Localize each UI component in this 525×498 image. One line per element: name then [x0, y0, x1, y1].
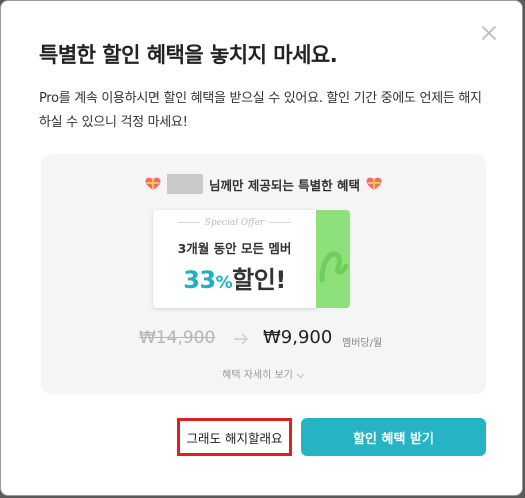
- chevron-down-icon: [296, 373, 305, 378]
- discount-ticket: Special Offer 3개월 동안 모든 멤버 33%할인!: [153, 210, 373, 308]
- user-name-mask: [166, 174, 203, 194]
- cancel-subscription-button[interactable]: 그래도 해지할래요: [177, 418, 292, 456]
- heart-gift-icon: [145, 177, 161, 190]
- accept-discount-button[interactable]: 할인 혜택 받기: [301, 418, 486, 456]
- dialog-title: 특별한 할인 혜택을 놓치지 마세요.: [39, 43, 338, 67]
- close-icon: [482, 26, 496, 40]
- percent-symbol: %: [215, 273, 233, 293]
- dialog-description: Pro를 계속 이용하시면 할인 혜택을 받으실 수 있어요. 할인 기간 중에…: [39, 91, 482, 130]
- heart-gift-icon: [366, 177, 382, 190]
- special-offer-badge: Special Offer: [153, 218, 316, 228]
- benefit-details-link[interactable]: 혜택 자세히 보기: [41, 366, 486, 381]
- close-button[interactable]: [479, 23, 499, 43]
- offer-header-text: 님께만 제공되는 특별한 혜택: [208, 177, 361, 193]
- offer-card: 님께만 제공되는 특별한 혜택 Special Offer 3개월 동안 모든 …: [41, 154, 486, 394]
- price-row: ₩14,900 ₩9,900 멤버당/월: [41, 326, 486, 356]
- discount-headline: 33%할인!: [153, 260, 316, 295]
- ticket-body: Special Offer 3개월 동안 모든 멤버 33%할인!: [153, 210, 316, 308]
- discount-word: 할인!: [232, 266, 286, 294]
- benefit-details-label: 혜택 자세히 보기: [222, 370, 293, 381]
- ticket-stub: [316, 210, 350, 308]
- offer-header: 님께만 제공되는 특별한 혜택: [41, 174, 486, 194]
- price-unit: 멤버당/월: [342, 338, 383, 349]
- ticket-subtitle: 3개월 동안 모든 멤버: [177, 241, 292, 256]
- ticket-logo-icon: [319, 251, 349, 283]
- arrow-right-icon: [234, 333, 248, 345]
- discount-percent: 33: [183, 266, 216, 294]
- original-price: ₩14,900: [139, 328, 216, 348]
- discount-offer-dialog: 특별한 할인 혜택을 놓치지 마세요. Pro를 계속 이용하시면 할인 혜택을…: [0, 0, 523, 496]
- discounted-price: ₩9,900: [263, 327, 333, 348]
